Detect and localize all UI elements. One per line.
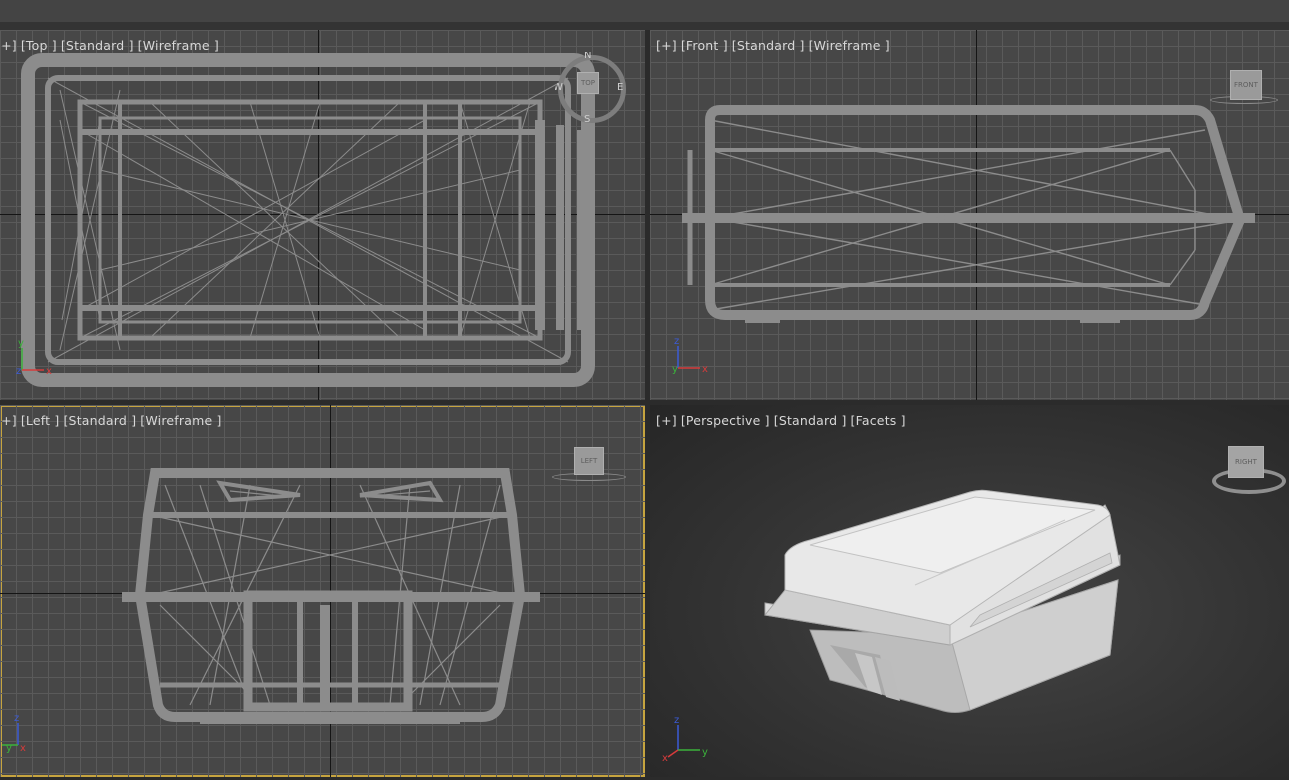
viewport-point-of-view[interactable]: [Front ] <box>681 38 728 53</box>
viewcube-face-front[interactable]: FRONT <box>1230 70 1262 100</box>
axis-x-label: x <box>20 743 26 754</box>
axis-z-label: z <box>674 336 679 347</box>
svg-text:E: E <box>617 82 623 93</box>
viewcube-perspective[interactable]: RIGHT <box>1210 440 1286 495</box>
axis-z-label: z <box>674 715 679 726</box>
wireframe-left: z x y <box>2 468 540 754</box>
viewport-left[interactable]: z x y LEFT [+] [Left ][Standard ] [Wirefra… <box>0 405 645 777</box>
viewport-point-of-view[interactable]: [Left ] <box>21 413 60 428</box>
viewport-shading-standard[interactable]: [Standard ] <box>61 38 134 53</box>
viewport-shading-standard[interactable]: [Standard ] <box>774 413 847 428</box>
viewport-front[interactable]: z x y FRONT [+] [Front ] [Standard ] [Wiref… <box>650 30 1289 400</box>
viewport-front-label[interactable]: [+] [Front ] [Standard ] [Wireframe ] <box>656 38 894 53</box>
viewport-shading-mode[interactable]: [Facets ] <box>851 413 906 428</box>
axis-x-label: x <box>46 366 52 377</box>
viewport-point-of-view[interactable]: [Perspective ] <box>681 413 770 428</box>
viewcube-front[interactable]: FRONT <box>1210 68 1280 108</box>
viewport-menu-plus[interactable]: [+] <box>656 38 677 53</box>
viewport-menu-plus[interactable]: [+] <box>0 38 17 53</box>
viewport-point-of-view[interactable]: [Top ] <box>21 38 57 53</box>
toolbar-shadow <box>0 22 1289 30</box>
viewport-left-label[interactable]: [+] [Left ][Standard ] [Wireframe ] <box>0 413 226 428</box>
viewport-shading-mode[interactable]: [Wireframe ] <box>140 413 221 428</box>
viewport-perspective-label[interactable]: [+] [Perspective ] [Standard ] [Facets ] <box>656 413 910 428</box>
axis-x-label: x <box>662 753 668 764</box>
top-toolbar-strip <box>0 0 1289 23</box>
viewport-shading-mode[interactable]: [Wireframe ] <box>809 38 890 53</box>
svg-text:W: W <box>555 82 563 93</box>
viewport-shading-standard[interactable]: [Standard ] <box>63 413 136 428</box>
viewport-menu-plus[interactable]: [+] <box>0 413 17 428</box>
viewport-shading-standard[interactable]: [Standard ] <box>732 38 805 53</box>
axis-y-label: y <box>702 747 708 758</box>
wireframe-top: y x z <box>16 53 595 387</box>
shaded-model-perspective: z y x <box>662 489 1121 764</box>
wireframe-front: z x y <box>672 105 1255 375</box>
axis-z-label: z <box>16 366 21 377</box>
viewcube-left[interactable]: LEFT <box>552 445 627 485</box>
viewport-menu-plus[interactable]: [+] <box>656 413 677 428</box>
axis-z-label: z <box>14 713 19 724</box>
viewport-top[interactable]: y x z TOP N S E W [+] [Top ] [Standard ] [W… <box>0 30 645 400</box>
compass-labels: N S E W <box>555 52 623 122</box>
viewport-perspective[interactable]: z y x RIGHT [+] [Perspective ] [Standard ]… <box>650 405 1289 777</box>
viewcube-top[interactable]: TOP N S E W <box>555 52 626 123</box>
viewport-top-label[interactable]: [+] [Top ] [Standard ] [Wireframe ] <box>0 38 223 53</box>
axis-x-label: x <box>702 364 708 375</box>
axis-y-label: y <box>672 364 678 375</box>
svg-text:S: S <box>584 114 590 122</box>
viewcube-face-persp[interactable]: RIGHT <box>1228 446 1264 478</box>
viewcube-face-left[interactable]: LEFT <box>574 447 604 475</box>
svg-text:N: N <box>584 52 591 61</box>
axis-y-label: y <box>6 743 12 754</box>
viewport-shading-mode[interactable]: [Wireframe ] <box>138 38 219 53</box>
axis-y-label: y <box>18 338 24 349</box>
